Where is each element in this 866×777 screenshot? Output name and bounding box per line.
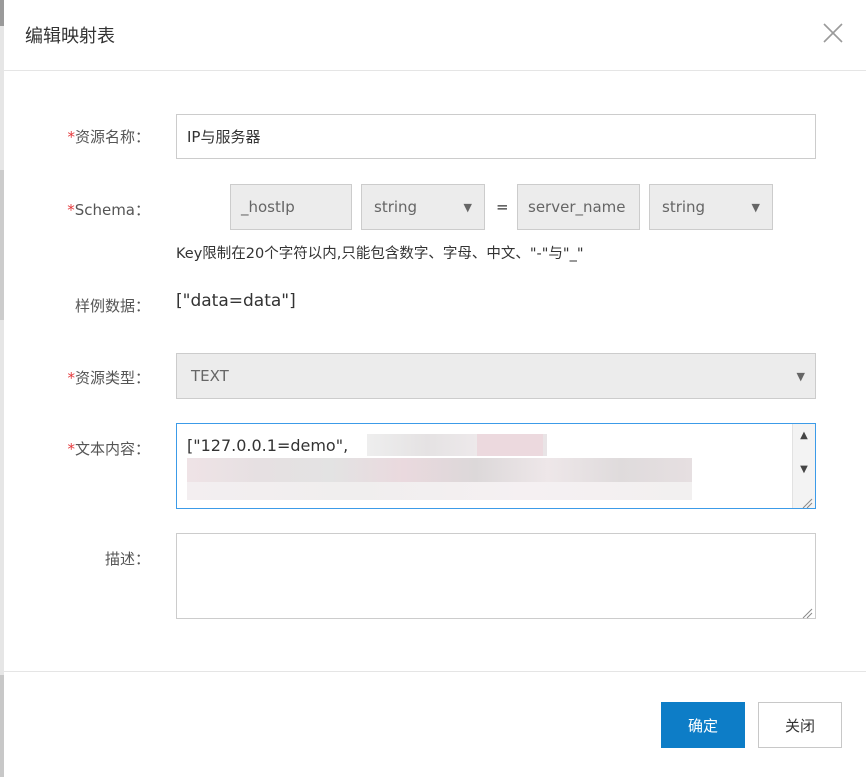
text-content-label: *文本内容： xyxy=(4,438,150,459)
resource-type-label-text: 资源类型： xyxy=(74,369,150,387)
redacted-region xyxy=(187,458,692,482)
text-content-textarea[interactable]: ["127.0.0.1=demo", ▲ ▼ xyxy=(176,423,816,509)
schema-value-type-value: string xyxy=(662,198,706,216)
scroll-up-icon[interactable]: ▲ xyxy=(793,430,815,441)
description-label: 描述： xyxy=(104,550,150,568)
resource-type-label: *资源类型： xyxy=(4,367,150,388)
confirm-button[interactable]: 确定 xyxy=(661,702,745,748)
required-mark: * xyxy=(67,440,75,458)
scroll-down-icon[interactable]: ▼ xyxy=(793,464,815,475)
resource-type-value: TEXT xyxy=(191,367,229,385)
chevron-down-icon: ▼ xyxy=(751,200,760,214)
required-mark: * xyxy=(67,201,75,219)
schema-value-value: server_name xyxy=(528,198,626,216)
schema-label-text: Schema： xyxy=(74,201,150,219)
close-icon[interactable] xyxy=(820,20,846,46)
schema-hint: Key限制在20个字符以内,只能包含数字、字母、中文、"-"与"_" xyxy=(176,246,584,262)
schema-key-type-select[interactable]: string ▼ xyxy=(361,184,485,230)
schema-key-value: _hostIp xyxy=(241,198,295,216)
redacted-region xyxy=(187,482,692,500)
sample-label: 样例数据： xyxy=(74,297,150,315)
resource-name-label-text: 资源名称： xyxy=(74,128,150,146)
schema-key-input[interactable]: _hostIp xyxy=(230,184,352,230)
resource-name-label: *资源名称： xyxy=(4,126,150,147)
footer-divider xyxy=(4,671,866,672)
resource-name-input[interactable]: IP与服务器 xyxy=(176,114,816,159)
redacted-region xyxy=(477,434,543,456)
sample-value: ["data=data"] xyxy=(176,291,296,311)
resize-grip-icon[interactable] xyxy=(801,494,813,509)
equals-sign: = xyxy=(496,198,509,216)
dialog-header: 编辑映射表 xyxy=(4,0,866,71)
text-content-value: ["127.0.0.1=demo", xyxy=(187,436,349,455)
required-mark: * xyxy=(67,128,75,146)
edit-mapping-dialog: 编辑映射表 *资源名称： IP与服务器 *Schema： _hostIp str… xyxy=(4,0,866,777)
schema-value-input[interactable]: server_name xyxy=(517,184,640,230)
schema-key-type-value: string xyxy=(374,198,418,216)
schema-label: *Schema： xyxy=(4,199,150,220)
dialog-title: 编辑映射表 xyxy=(25,26,115,47)
description-textarea[interactable] xyxy=(176,533,816,619)
required-mark: * xyxy=(67,369,75,387)
schema-value-type-select[interactable]: string ▼ xyxy=(649,184,773,230)
close-button[interactable]: 关闭 xyxy=(758,702,842,748)
resource-name-value: IP与服务器 xyxy=(187,128,261,146)
text-content-label-text: 文本内容： xyxy=(74,440,150,458)
chevron-down-icon: ▼ xyxy=(463,200,472,214)
chevron-down-icon: ▼ xyxy=(796,369,805,383)
resize-grip-icon[interactable] xyxy=(801,604,813,619)
resource-type-select[interactable]: TEXT ▼ xyxy=(176,353,816,399)
